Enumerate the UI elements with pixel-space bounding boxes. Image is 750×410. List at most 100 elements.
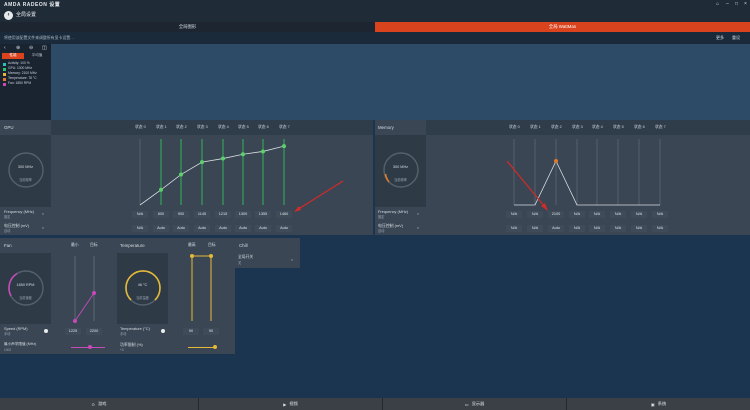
gpu-freq-input-3[interactable]: 1145 xyxy=(194,211,210,218)
close-icon[interactable]: × xyxy=(744,2,747,7)
tab-label: 性能 xyxy=(9,53,17,57)
fan-col-min: 最小 xyxy=(71,243,79,247)
fan-min-handle xyxy=(73,319,77,323)
performance-chart-area xyxy=(51,44,750,120)
gpu-header: GPU xyxy=(0,120,51,135)
gpu-freq-input-2[interactable]: 900 xyxy=(173,211,189,218)
tab-average[interactable]: 平均值 xyxy=(26,53,48,59)
memory-freq-input-4[interactable]: N/A xyxy=(589,211,605,218)
nav-system[interactable]: ▣ 系统 xyxy=(566,398,750,410)
back-arrow-icon[interactable]: ‹ xyxy=(4,11,13,20)
memory-freq-input-0[interactable]: N/A xyxy=(506,211,522,218)
memory-volt-input-3[interactable]: N/A xyxy=(569,225,585,232)
home-icon[interactable]: ⌂ xyxy=(716,2,719,7)
memory-freq-toggle-icon[interactable]: ◐ xyxy=(417,212,419,216)
app-brand: AMDA RADEON 设置 xyxy=(4,2,61,8)
system-icon: ▣ xyxy=(650,401,655,407)
gpu-freq-input-1[interactable]: 600 xyxy=(153,211,169,218)
gpu-freq-toggle-icon[interactable]: ◐ xyxy=(42,212,44,216)
fan-min-input[interactable]: 1225 xyxy=(65,328,81,335)
tab-performance[interactable]: 性能 xyxy=(2,53,24,59)
memory-freq-row: N/A N/A 2100 N/A N/A N/A N/A N/A xyxy=(426,207,750,221)
memory-freq-input-5[interactable]: N/A xyxy=(610,211,626,218)
fan-gauge-value: 1850 RPM xyxy=(16,283,35,287)
gpu-volt-input-7[interactable]: Auto xyxy=(276,225,292,232)
memory-freq-input-3[interactable]: N/A xyxy=(569,211,585,218)
gpu-state-label-3: 状态 3 xyxy=(197,125,208,129)
power-limit-row-label: 功率限制 (%) +0 xyxy=(117,340,168,354)
fan-accel-row-label: 最小声学限值 (MHz) 1000 xyxy=(0,340,51,354)
memory-volt-input-2[interactable]: Auto xyxy=(548,225,564,232)
memory-title: Memory xyxy=(378,125,394,130)
power-limit-slider-track xyxy=(188,347,216,348)
zoom-out-icon[interactable]: ⊖ xyxy=(29,46,33,51)
gpu-curve-line xyxy=(139,145,285,206)
fan-accel-sub: 1000 xyxy=(4,348,12,352)
fan-accel-slider-handle[interactable] xyxy=(88,345,92,349)
memory-state-label-2: 状态 2 xyxy=(551,125,562,129)
gpu-volt-toggle-icon[interactable]: ◐ xyxy=(42,226,44,230)
play-icon: ▶ xyxy=(283,401,287,407)
tab-global-graphics[interactable]: 全局图形 xyxy=(0,22,375,32)
gpu-volt-input-0[interactable]: N/A xyxy=(132,225,148,232)
fan-gauge-label: 当前速度 xyxy=(19,296,32,300)
export-icon[interactable]: ◫ xyxy=(42,46,47,51)
memory-freq-input-2[interactable]: 2100 xyxy=(548,211,564,218)
gpu-curve-panel xyxy=(51,135,373,207)
temperature-target-handle xyxy=(209,254,213,258)
zoom-in-icon[interactable]: ⊕ xyxy=(16,46,20,51)
nav-games[interactable]: ⊙ 游戏 xyxy=(0,398,198,410)
memory-volt-input-7[interactable]: N/A xyxy=(652,225,668,232)
memory-volt-input-4[interactable]: N/A xyxy=(589,225,605,232)
tab-label: 全局图形 xyxy=(178,24,197,29)
minimize-icon[interactable]: – xyxy=(726,2,729,7)
legend-swatch xyxy=(3,62,6,66)
chill-toggle-icon[interactable]: ◐ xyxy=(291,258,293,262)
memory-volt-row-label: 电压控制 (mV) 自动 ◐ xyxy=(375,221,426,235)
nav-video[interactable]: ▶ 视频 xyxy=(198,398,382,410)
gpu-volt-input-6[interactable]: Auto xyxy=(255,225,271,232)
temperature-target-input[interactable]: 90 xyxy=(203,328,219,335)
gpu-freq-input-7[interactable]: 1460 xyxy=(276,211,292,218)
memory-volt-input-5[interactable]: N/A xyxy=(610,225,626,232)
fan-target-input[interactable]: 2200 xyxy=(86,328,102,335)
gpu-freq-input-6[interactable]: 1355 xyxy=(255,211,271,218)
power-limit-slider-handle[interactable] xyxy=(213,345,217,349)
nav-display[interactable]: ▭ 显示器 xyxy=(382,398,566,410)
memory-volt-input-1[interactable]: N/A xyxy=(527,225,543,232)
fan-gauge-panel: 1850 RPM 当前速度 xyxy=(0,253,51,324)
memory-gauge-label: 当前频率 xyxy=(394,178,407,182)
gpu-volt-input-2[interactable]: Auto xyxy=(173,225,189,232)
maximize-icon[interactable]: □ xyxy=(735,2,738,7)
fan-speed-toggle[interactable] xyxy=(44,329,48,333)
gpu-title: GPU xyxy=(4,125,14,130)
tab-global-wattman[interactable]: 全局 WattMan xyxy=(375,22,750,32)
sub-toolbar: 将使用该配置文件来调整所有显卡设置… 更多 重设 xyxy=(0,32,750,44)
gpu-volt-input-3[interactable]: Auto xyxy=(194,225,210,232)
gpu-freq-input-4[interactable]: 1215 xyxy=(215,211,231,218)
gpu-freq-input-0[interactable]: N/A xyxy=(132,211,148,218)
memory-freq-row-label: Frequency (MHz) 固定 ◐ xyxy=(375,207,426,221)
gpu-volt-input-1[interactable]: Auto xyxy=(153,225,169,232)
gpu-state-label-4: 状态 4 xyxy=(218,125,229,129)
legend-swatch xyxy=(3,82,6,86)
temperature-toggle[interactable] xyxy=(161,329,165,333)
gpu-volt-input-4[interactable]: Auto xyxy=(215,225,231,232)
gpu-volt-input-5[interactable]: Auto xyxy=(235,225,251,232)
chevron-left-icon[interactable]: ‹ xyxy=(4,46,6,51)
more-button[interactable]: 更多 xyxy=(716,36,724,40)
memory-state-label-5: 状态 5 xyxy=(613,125,624,129)
temperature-max-input[interactable]: 90 xyxy=(183,328,199,335)
memory-volt-label: 电压控制 (mV) xyxy=(378,223,404,228)
reset-button[interactable]: 重设 xyxy=(732,36,740,40)
memory-volt-toggle-icon[interactable]: ◐ xyxy=(417,226,419,230)
memory-freq-input-1[interactable]: N/A xyxy=(527,211,543,218)
memory-freq-input-6[interactable]: N/A xyxy=(631,211,647,218)
temperature-curve-panel xyxy=(168,253,235,324)
memory-volt-input-6[interactable]: N/A xyxy=(631,225,647,232)
fan-speed-label: Speed (RPM) xyxy=(4,326,28,331)
memory-freq-input-7[interactable]: N/A xyxy=(652,211,668,218)
memory-state-handle-2 xyxy=(554,159,558,163)
memory-volt-input-0[interactable]: N/A xyxy=(506,225,522,232)
gpu-freq-input-5[interactable]: 1300 xyxy=(235,211,251,218)
